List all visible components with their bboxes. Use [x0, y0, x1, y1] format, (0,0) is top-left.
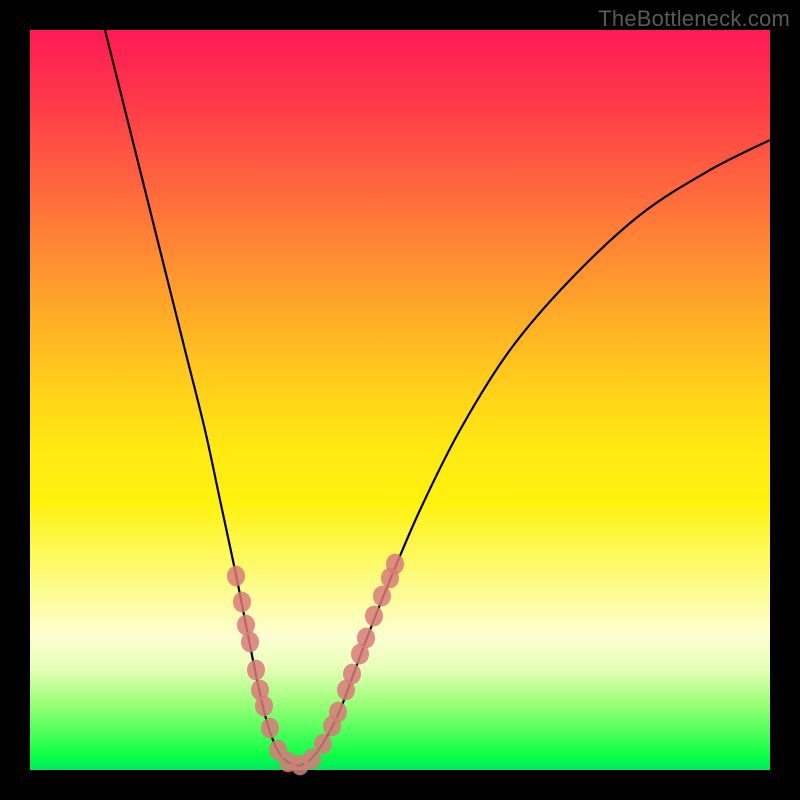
- bead: [261, 718, 279, 739]
- chart-frame: TheBottleneck.com: [0, 0, 800, 800]
- bead: [329, 702, 347, 723]
- bead: [343, 664, 361, 685]
- bead: [357, 628, 375, 649]
- bead: [386, 554, 404, 575]
- bead: [241, 632, 259, 653]
- plot-area: [30, 30, 770, 770]
- watermark-text: TheBottleneck.com: [598, 6, 790, 32]
- bead: [247, 660, 265, 681]
- bead: [227, 566, 245, 587]
- bead: [373, 586, 391, 607]
- bead: [233, 592, 251, 613]
- bead: [365, 606, 383, 627]
- bead: [314, 734, 332, 755]
- bead: [255, 696, 273, 717]
- left-curve: [105, 30, 298, 766]
- curves-svg: [30, 30, 770, 770]
- beads: [227, 554, 404, 776]
- right-curve: [298, 140, 770, 766]
